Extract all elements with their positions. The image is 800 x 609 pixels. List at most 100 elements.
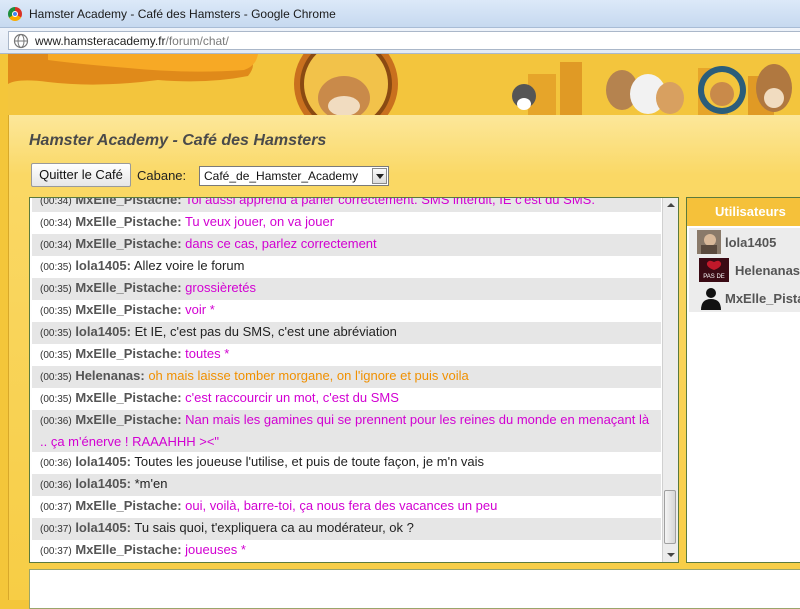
chat-message: (00:36) lola1405: *m'en <box>32 474 661 496</box>
message-text: c'est raccourcir un mot, c'est du SMS <box>185 390 399 405</box>
cabane-select[interactable]: Café_de_Hamster_Academy <box>199 166 389 186</box>
site-banner <box>8 54 800 115</box>
chat-message: (00:37) MxElle_Pistache: joueuses * <box>32 540 661 562</box>
message-text: grossièretés <box>185 280 256 295</box>
message-nick[interactable]: MxElle_Pistache <box>75 542 177 557</box>
chat-message: (00:36) MxElle_Pistache: Nan mais les ga… <box>32 410 661 452</box>
chat-message: (00:34) MxElle_Pistache: Tu veux jouer, … <box>32 212 661 234</box>
chat-message: (00:37) lola1405: Tu sais quoi, t'expliq… <box>32 518 661 540</box>
nick-separator: : <box>126 324 131 339</box>
chrome-logo-icon <box>8 6 22 21</box>
chat-scrollbar[interactable] <box>662 198 678 562</box>
chat-message: (00:35) MxElle_Pistache: c'est raccourci… <box>32 388 661 410</box>
url-text: www.hamsteracademy.fr/forum/chat/ <box>35 34 229 48</box>
photo-avatar-icon <box>697 230 721 254</box>
url-field[interactable]: www.hamsteracademy.fr/forum/chat/ <box>8 31 800 50</box>
user-item-lola1405[interactable]: lola1405 <box>689 228 800 256</box>
user-name: MxElle_Pistache <box>725 290 800 306</box>
message-text: voir * <box>185 302 215 317</box>
message-time: (00:34) <box>40 218 72 229</box>
message-time: (00:37) <box>40 546 72 557</box>
window-title: Hamster Academy - Café des Hamsters - Go… <box>29 6 336 21</box>
message-time: (00:35) <box>40 328 72 339</box>
user-item-mxelle-pistache[interactable]: MxElle_Pistache <box>689 284 800 312</box>
message-text: dans ce cas, parlez correctement <box>185 236 377 251</box>
chat-message: (00:37) MxElle_Pistache: l'utilisent * <box>32 562 661 563</box>
message-nick[interactable]: MxElle_Pistache <box>75 390 177 405</box>
quit-cafe-button[interactable]: Quitter le Café <box>31 163 131 187</box>
nick-separator: : <box>177 214 182 229</box>
nick-separator: : <box>177 197 182 207</box>
address-bar: www.hamsteracademy.fr/forum/chat/ <box>0 28 800 54</box>
message-time: (00:35) <box>40 394 72 405</box>
chat-message: (00:37) MxElle_Pistache: oui, voilà, bar… <box>32 496 661 518</box>
cabane-selected-value: Café_de_Hamster_Academy <box>204 169 359 183</box>
message-nick[interactable]: lola1405 <box>75 454 126 469</box>
chat-message: (00:35) lola1405: Et IE, c'est pas du SM… <box>32 322 661 344</box>
message-text: toutes * <box>185 346 230 361</box>
message-nick[interactable]: MxElle_Pistache <box>75 236 177 251</box>
user-name: lola1405 <box>725 234 777 250</box>
message-nick[interactable]: lola1405 <box>75 476 126 491</box>
url-host: www.hamsteracademy.fr <box>35 33 166 48</box>
message-list: (00:34) MxElle_Pistache: Toi aussi appre… <box>32 197 661 563</box>
users-header: Utilisateurs <box>687 198 800 226</box>
chat-log[interactable]: (00:34) MxElle_Pistache: Toi aussi appre… <box>29 197 679 563</box>
chat-message: (00:35) MxElle_Pistache: grossièretés <box>32 278 661 300</box>
user-item-helenanas[interactable]: PAS DE Helenanas <box>689 256 800 284</box>
nick-separator: : <box>177 280 182 295</box>
message-nick[interactable]: Helenanas <box>75 368 140 383</box>
nick-separator: : <box>177 498 182 513</box>
message-nick[interactable]: lola1405 <box>75 520 126 535</box>
message-nick[interactable]: MxElle_Pistache <box>75 346 177 361</box>
message-nick[interactable]: MxElle_Pistache <box>75 412 177 427</box>
message-time: (00:36) <box>40 458 72 469</box>
chat-message: (00:35) lola1405: Allez voire le forum <box>32 256 661 278</box>
pas-de-avatar-icon: PAS DE <box>699 258 729 282</box>
message-time: (00:35) <box>40 284 72 295</box>
message-nick[interactable]: MxElle_Pistache <box>75 498 177 513</box>
nick-separator: : <box>126 476 131 491</box>
scroll-down-icon[interactable] <box>663 548 678 562</box>
message-text: Toi aussi apprend à parler correctement.… <box>184 197 595 207</box>
chat-message: (00:34) MxElle_Pistache: Toi aussi appre… <box>32 197 661 212</box>
banner-illustration <box>8 54 800 115</box>
message-text: Toutes les joueuse l'utilise, et puis de… <box>134 454 485 469</box>
silhouette-avatar-icon <box>701 288 721 310</box>
message-time: (00:35) <box>40 306 72 317</box>
nick-separator: : <box>177 346 182 361</box>
message-time: (00:35) <box>40 350 72 361</box>
message-nick[interactable]: MxElle_Pistache <box>75 302 177 317</box>
chat-page: Hamster Academy - Café des Hamsters Quit… <box>8 115 800 609</box>
users-panel: Utilisateurs lola1405 PAS DE Helenanas M… <box>686 197 800 563</box>
message-nick[interactable]: lola1405 <box>75 324 126 339</box>
message-nick[interactable]: MxElle_Pistache <box>75 280 177 295</box>
nick-separator: : <box>177 390 182 405</box>
message-nick[interactable]: lola1405 <box>75 258 126 273</box>
scroll-up-icon[interactable] <box>663 198 678 212</box>
nick-separator: : <box>126 454 131 469</box>
message-text: Tu veux jouer, on va jouer <box>184 214 335 229</box>
message-time: (00:34) <box>40 240 72 251</box>
nick-separator: : <box>177 302 182 317</box>
message-input[interactable] <box>29 569 800 609</box>
message-text: Tu sais quoi, t'expliquera ca au modérat… <box>134 520 414 535</box>
user-name: Helenanas <box>735 262 800 278</box>
message-text: *m'en <box>134 476 168 491</box>
chat-message: (00:36) lola1405: Toutes les joueuse l'u… <box>32 452 661 474</box>
chevron-down-icon[interactable] <box>372 168 387 184</box>
nick-separator: : <box>177 542 182 557</box>
message-text: oui, voilà, barre-toi, ça nous fera des … <box>185 498 498 513</box>
globe-icon <box>13 33 29 48</box>
users-list: lola1405 PAS DE Helenanas MxElle_Pistach… <box>689 228 800 312</box>
scroll-thumb[interactable] <box>664 490 676 544</box>
message-nick[interactable]: MxElle_Pistache <box>75 198 177 207</box>
message-text: Et IE, c'est pas du SMS, c'est une abrév… <box>134 324 397 339</box>
url-path: /forum/chat/ <box>165 33 229 48</box>
chat-message: (00:35) MxElle_Pistache: toutes * <box>32 344 661 366</box>
message-nick[interactable]: MxElle_Pistache <box>75 214 177 229</box>
nick-separator: : <box>126 258 131 273</box>
message-text: joueuses * <box>185 542 246 557</box>
nick-separator: : <box>126 520 131 535</box>
message-text: Allez voire le forum <box>133 258 245 273</box>
